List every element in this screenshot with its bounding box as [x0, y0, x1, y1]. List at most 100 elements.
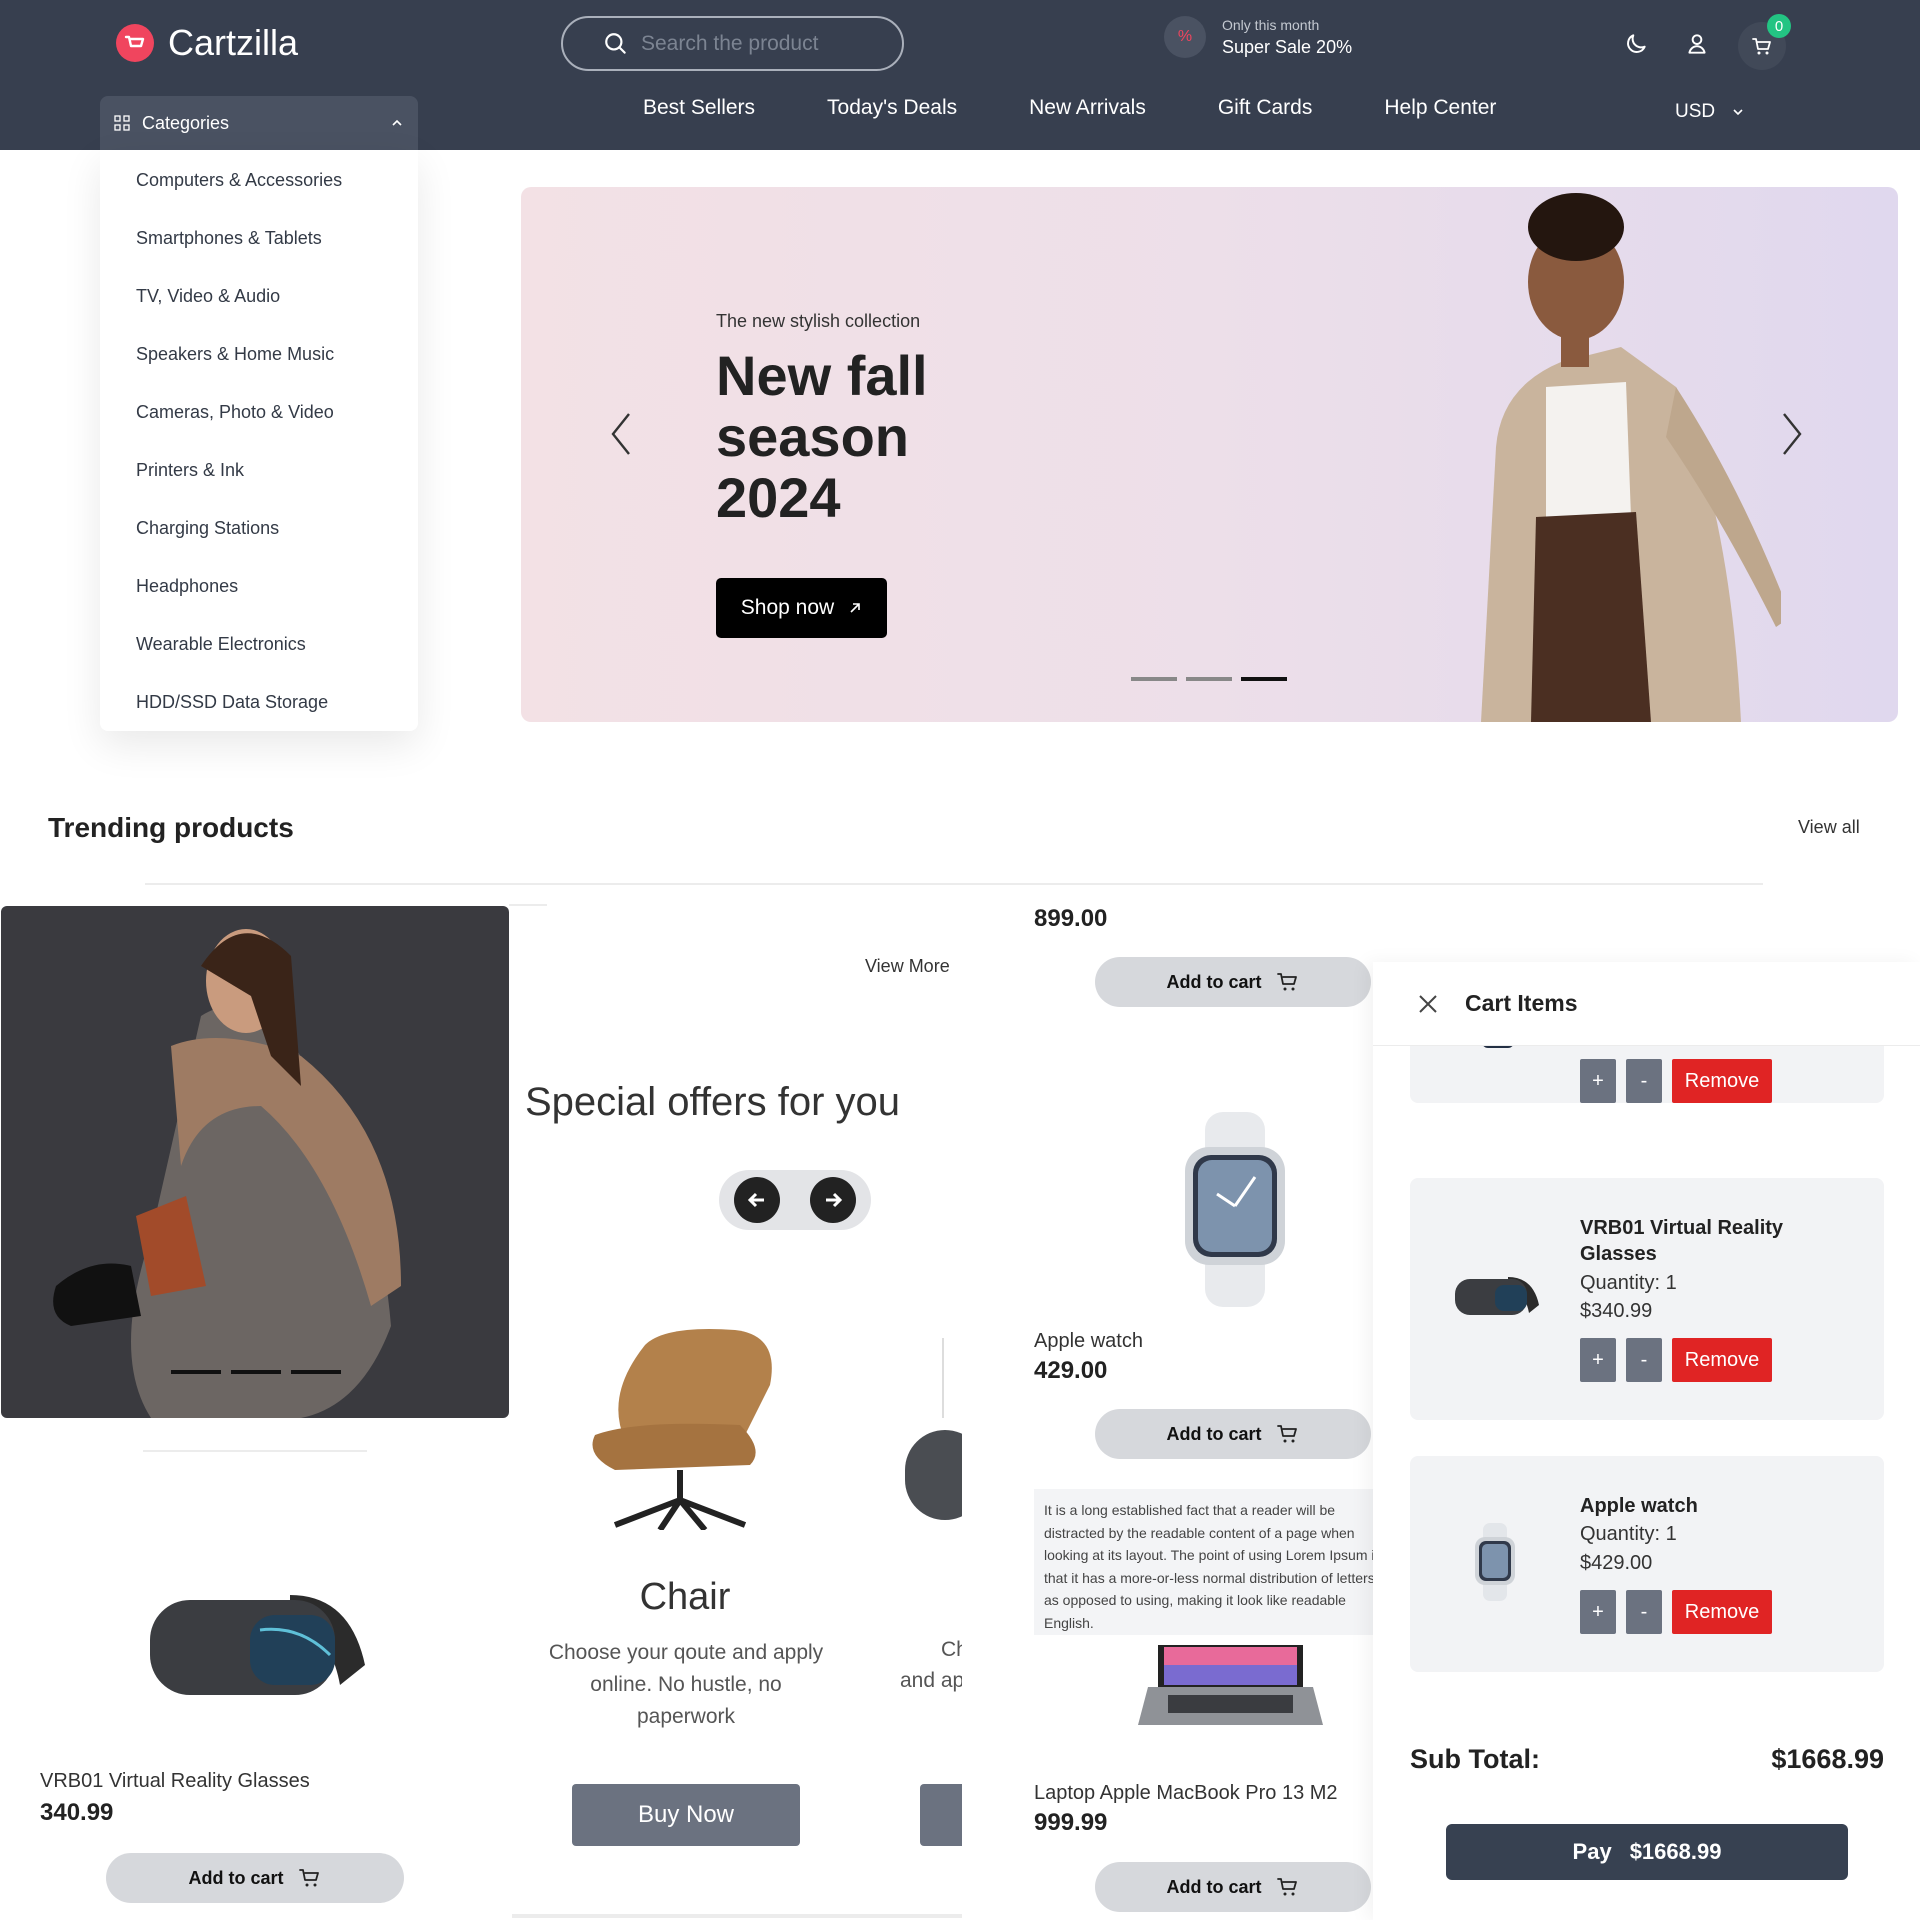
fashion-promo-image	[1, 906, 509, 1418]
nav-help-center[interactable]: Help Center	[1384, 96, 1496, 120]
product-name[interactable]: Apple watch	[1034, 1330, 1143, 1353]
offers-next-button[interactable]	[810, 1177, 856, 1223]
category-item[interactable]: TV, Video & Audio	[136, 286, 280, 307]
nav-gift-cards[interactable]: Gift Cards	[1218, 96, 1313, 120]
nav-best-sellers[interactable]: Best Sellers	[643, 96, 755, 120]
percent-icon: %	[1164, 16, 1206, 58]
cart-item-name: VRB01 Virtual Reality Glasses	[1580, 1217, 1784, 1265]
slide-indicator[interactable]	[171, 1370, 221, 1374]
slide-indicator-active[interactable]	[231, 1370, 281, 1374]
account-button[interactable]	[1677, 24, 1717, 64]
offer-card-peek: Ch and ap	[880, 1330, 962, 1920]
add-to-cart-button[interactable]: Add to cart	[106, 1853, 404, 1903]
categories-toggle[interactable]: Categories	[100, 96, 418, 150]
laptop-image	[1138, 1645, 1323, 1725]
product-price: 899.00	[1034, 905, 1108, 932]
peek-description: and ap	[900, 1669, 962, 1692]
search-icon	[605, 32, 626, 54]
main-nav: Best Sellers Today's Deals New Arrivals …	[643, 96, 1496, 120]
remove-item-button[interactable]: Remove	[1672, 1338, 1772, 1382]
hero-prev-arrow[interactable]	[609, 412, 633, 461]
divider	[512, 1914, 962, 1918]
subtotal-value: $1668.99	[1771, 1744, 1884, 1774]
brand-name: Cartzilla	[168, 22, 299, 63]
divider	[942, 1338, 944, 1418]
category-item[interactable]: Smartphones & Tablets	[136, 228, 322, 249]
pay-amount: $1668.99	[1629, 1839, 1722, 1864]
description-tooltip: It is a long established fact that a rea…	[1034, 1489, 1374, 1635]
hero-slide-indicator-active[interactable]	[1241, 677, 1287, 681]
hero-slide-indicator[interactable]	[1131, 677, 1177, 681]
add-to-cart-button[interactable]: Add to cart	[1095, 1862, 1371, 1912]
cart-icon	[298, 1869, 319, 1887]
fashion-model-image	[53, 929, 401, 1418]
hero-slide-indicator[interactable]	[1186, 677, 1232, 681]
hero-kicker: The new stylish collection	[716, 311, 921, 331]
subtotal-label: Sub Total:	[1410, 1744, 1540, 1774]
category-item[interactable]: HDD/SSD Data Storage	[136, 692, 328, 713]
divider	[143, 1450, 367, 1452]
shop-now-button[interactable]: Shop now	[716, 578, 887, 638]
nav-new-arrivals[interactable]: New Arrivals	[1029, 96, 1146, 120]
pay-button[interactable]: Pay $1668.99	[1446, 1824, 1848, 1880]
buy-now-button[interactable]: Buy Now	[572, 1784, 800, 1846]
add-to-cart-label: Add to cart	[1166, 971, 1262, 992]
product-price: 340.99	[40, 1799, 114, 1826]
cart-icon	[1276, 1425, 1297, 1443]
search-input[interactable]	[641, 31, 871, 56]
peek-buy-button[interactable]	[920, 1784, 962, 1846]
peek-product-image	[905, 1430, 962, 1520]
promo-banner[interactable]: % Only this month Super Sale 20%	[1164, 16, 1352, 58]
apple-watch-image	[1185, 1112, 1285, 1307]
tooltip-line: English.	[1044, 1614, 1094, 1631]
category-item[interactable]: Speakers & Home Music	[136, 344, 334, 365]
category-item[interactable]: Computers & Accessories	[136, 170, 342, 191]
increase-qty-button[interactable]: +	[1580, 1590, 1616, 1634]
nav-todays-deals[interactable]: Today's Deals	[827, 96, 957, 120]
promo-caption: Only this month	[1222, 16, 1320, 33]
remove-item-button[interactable]: Remove	[1672, 1590, 1772, 1634]
slide-indicator[interactable]	[291, 1370, 341, 1374]
add-to-cart-button[interactable]: Add to cart	[1095, 957, 1371, 1007]
add-to-cart-button[interactable]: Add to cart	[1095, 1409, 1371, 1459]
search-box[interactable]	[561, 16, 904, 71]
decrease-qty-button[interactable]: -	[1626, 1338, 1662, 1382]
promo-headline: Super Sale 20%	[1222, 36, 1353, 57]
cart-item: Apple watch Quantity: 1 $429.00 + - Remo…	[1410, 1456, 1884, 1672]
product-name[interactable]: VRB01 Virtual Reality Glasses	[40, 1770, 310, 1793]
cart-item-price: $429.00	[1580, 1552, 1653, 1574]
cart-item-quantity: Quantity: 1	[1580, 1272, 1677, 1294]
increase-qty-button[interactable]: +	[1580, 1059, 1616, 1103]
increase-qty-button[interactable]: +	[1580, 1338, 1616, 1382]
chevron-left-icon	[611, 413, 630, 455]
vr-glasses-thumbnail	[1455, 1277, 1539, 1315]
view-more-link[interactable]: View More	[865, 956, 950, 977]
category-item[interactable]: Printers & Ink	[136, 460, 244, 481]
currency-value: USD	[1675, 101, 1716, 122]
currency-select[interactable]: USD	[1675, 101, 1745, 123]
hero-next-arrow[interactable]	[1780, 412, 1804, 461]
dark-mode-toggle[interactable]	[1616, 24, 1656, 64]
cart-item-quantity: Quantity: 1	[1580, 1523, 1677, 1545]
category-item[interactable]: Charging Stations	[136, 518, 279, 539]
close-icon[interactable]	[1417, 993, 1439, 1015]
divider	[145, 883, 1763, 885]
hero-title: New fall season 2024	[716, 344, 928, 529]
product-name[interactable]: Laptop Apple MacBook Pro 13 M2	[1034, 1782, 1338, 1805]
decrease-qty-button[interactable]: -	[1626, 1059, 1662, 1103]
peek-title: Ch	[941, 1638, 962, 1661]
category-item[interactable]: Cameras, Photo & Video	[136, 402, 334, 423]
tooltip-line: that it has a more-or-less normal distri…	[1044, 1569, 1374, 1586]
view-all-link[interactable]: View all	[1798, 817, 1860, 838]
category-item[interactable]: Headphones	[136, 576, 238, 597]
chair-image	[592, 1329, 772, 1530]
product-price: 429.00	[1034, 1357, 1108, 1384]
vr-glasses-image	[150, 1595, 365, 1695]
decrease-qty-button[interactable]: -	[1626, 1590, 1662, 1634]
category-item[interactable]: Wearable Electronics	[136, 634, 306, 655]
remove-item-button[interactable]: Remove	[1672, 1059, 1772, 1103]
cart-drawer: Cart Items + - Remove VRB01 Virtual Real…	[1373, 962, 1920, 1920]
offers-prev-button[interactable]	[734, 1177, 780, 1223]
brand-logo[interactable]: Cartzilla	[116, 22, 298, 64]
tooltip-line: It is a long established fact that a rea…	[1044, 1502, 1336, 1518]
